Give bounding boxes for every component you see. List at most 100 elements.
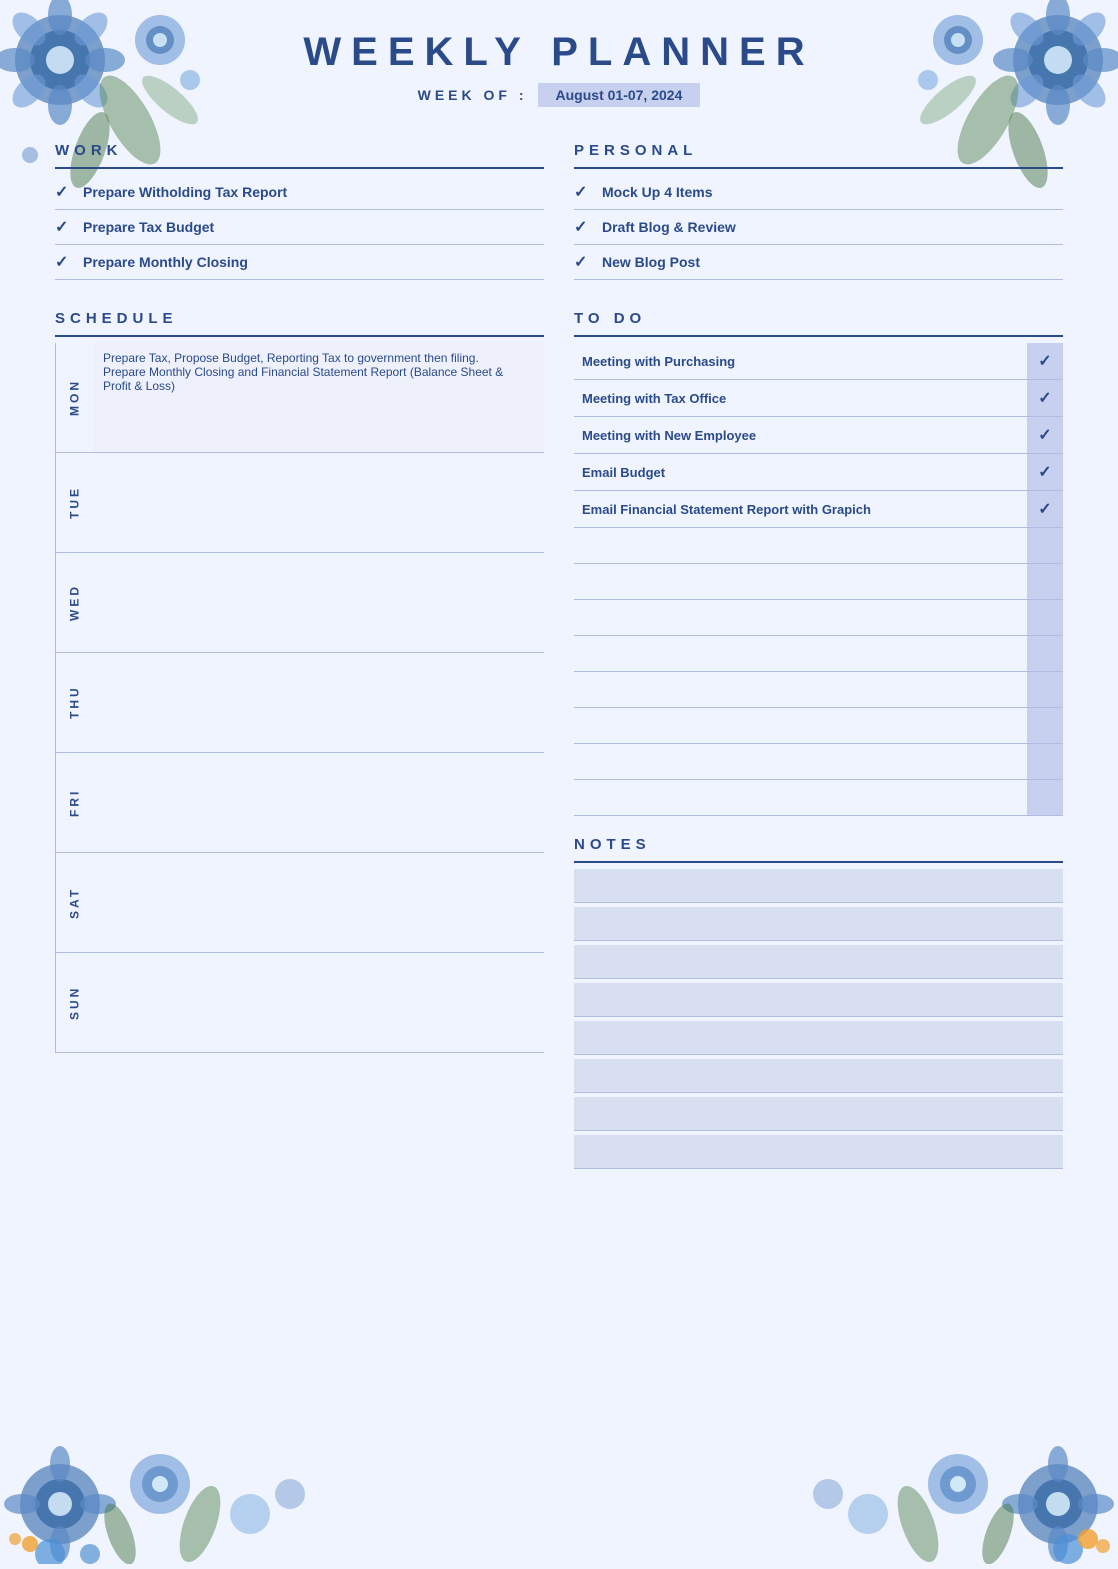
todo-label: Meeting with Purchasing bbox=[574, 348, 1027, 375]
week-of-label: WEEK OF : bbox=[418, 87, 528, 103]
schedule-content-wed[interactable] bbox=[93, 553, 544, 652]
check-icon: ✓ bbox=[574, 182, 592, 202]
schedule-row-fri[interactable]: FRI bbox=[55, 753, 544, 853]
schedule-row-sun[interactable]: SUN bbox=[55, 953, 544, 1053]
todo-empty-label bbox=[574, 708, 1027, 743]
day-label-sat: SAT bbox=[55, 853, 93, 952]
todo-item-1[interactable]: Meeting with Tax Office ✓ bbox=[574, 380, 1063, 417]
todo-empty-row[interactable] bbox=[574, 600, 1063, 636]
schedule-row-wed[interactable]: WED bbox=[55, 553, 544, 653]
todo-check-2[interactable]: ✓ bbox=[1027, 417, 1063, 453]
list-item[interactable]: ✓ Mock Up 4 Items bbox=[574, 175, 1063, 210]
todo-empty-check[interactable] bbox=[1027, 636, 1063, 671]
todo-empty-row[interactable] bbox=[574, 744, 1063, 780]
schedule-row-mon[interactable]: MON Prepare Tax, Propose Budget, Reporti… bbox=[55, 343, 544, 453]
todo-label: Meeting with Tax Office bbox=[574, 385, 1027, 412]
check-icon: ✓ bbox=[55, 217, 73, 237]
todo-check-1[interactable]: ✓ bbox=[1027, 380, 1063, 416]
todo-label: Email Budget bbox=[574, 459, 1027, 486]
todo-section-title: TO DO bbox=[574, 310, 1063, 327]
day-label-mon: MON bbox=[55, 343, 93, 452]
note-line[interactable] bbox=[574, 869, 1063, 903]
todo-empty-label bbox=[574, 744, 1027, 779]
day-label-wed: WED bbox=[55, 553, 93, 652]
schedule-row-sat[interactable]: SAT bbox=[55, 853, 544, 953]
schedule-content-tue[interactable] bbox=[93, 453, 544, 552]
schedule-row-tue[interactable]: TUE bbox=[55, 453, 544, 553]
task-label: New Blog Post bbox=[602, 254, 700, 270]
todo-empty-label bbox=[574, 564, 1027, 599]
schedule-row-thu[interactable]: THU bbox=[55, 653, 544, 753]
todo-section: TO DO Meeting with Purchasing ✓ Meeting … bbox=[574, 310, 1063, 816]
work-task-list: ✓ Prepare Witholding Tax Report ✓ Prepar… bbox=[55, 175, 544, 280]
list-item[interactable]: ✓ Draft Blog & Review bbox=[574, 210, 1063, 245]
todo-empty-check[interactable] bbox=[1027, 564, 1063, 599]
task-label: Draft Blog & Review bbox=[602, 219, 736, 235]
note-line[interactable] bbox=[574, 1097, 1063, 1131]
schedule-content-mon[interactable]: Prepare Tax, Propose Budget, Reporting T… bbox=[93, 343, 544, 452]
task-label: Mock Up 4 Items bbox=[602, 184, 712, 200]
schedule-content-sat[interactable] bbox=[93, 853, 544, 952]
todo-empty-check[interactable] bbox=[1027, 708, 1063, 743]
todo-empty-check[interactable] bbox=[1027, 744, 1063, 779]
note-line[interactable] bbox=[574, 1135, 1063, 1169]
day-label-tue: TUE bbox=[55, 453, 93, 552]
notes-lines bbox=[574, 869, 1063, 1169]
todo-empty-row[interactable] bbox=[574, 672, 1063, 708]
todo-item-3[interactable]: Email Budget ✓ bbox=[574, 454, 1063, 491]
todo-label: Meeting with New Employee bbox=[574, 422, 1027, 449]
todo-label: Email Financial Statement Report with Gr… bbox=[574, 496, 1027, 523]
todo-empty-label bbox=[574, 600, 1027, 635]
schedule-content-sun[interactable] bbox=[93, 953, 544, 1052]
personal-section-title: PERSONAL bbox=[574, 142, 1063, 159]
check-icon: ✓ bbox=[55, 182, 73, 202]
todo-item-0[interactable]: Meeting with Purchasing ✓ bbox=[574, 343, 1063, 380]
todo-empty-label bbox=[574, 672, 1027, 707]
todo-item-4[interactable]: Email Financial Statement Report with Gr… bbox=[574, 491, 1063, 528]
note-line[interactable] bbox=[574, 945, 1063, 979]
mon-schedule-text: Prepare Tax, Propose Budget, Reporting T… bbox=[103, 351, 503, 393]
todo-empty-check[interactable] bbox=[1027, 780, 1063, 815]
todo-empty-row[interactable] bbox=[574, 564, 1063, 600]
note-line[interactable] bbox=[574, 983, 1063, 1017]
week-date[interactable]: August 01-07, 2024 bbox=[538, 83, 701, 107]
personal-section: PERSONAL ✓ Mock Up 4 Items ✓ Draft Blog … bbox=[574, 142, 1063, 280]
list-item[interactable]: ✓ Prepare Monthly Closing bbox=[55, 245, 544, 280]
schedule-section-title: SCHEDULE bbox=[55, 310, 544, 327]
note-line[interactable] bbox=[574, 1021, 1063, 1055]
todo-empty-check[interactable] bbox=[1027, 672, 1063, 707]
list-item[interactable]: ✓ Prepare Witholding Tax Report bbox=[55, 175, 544, 210]
day-label-thu: THU bbox=[55, 653, 93, 752]
todo-empty-row[interactable] bbox=[574, 708, 1063, 744]
floral-bottom-left-decoration bbox=[0, 1384, 350, 1564]
todo-empty-row[interactable] bbox=[574, 636, 1063, 672]
todo-empty-check[interactable] bbox=[1027, 528, 1063, 563]
todo-empty-check[interactable] bbox=[1027, 600, 1063, 635]
schedule-content-fri[interactable] bbox=[93, 753, 544, 852]
check-icon: ✓ bbox=[574, 217, 592, 237]
todo-check-4[interactable]: ✓ bbox=[1027, 491, 1063, 527]
todo-check-3[interactable]: ✓ bbox=[1027, 454, 1063, 490]
list-item[interactable]: ✓ New Blog Post bbox=[574, 245, 1063, 280]
notes-section: NOTES bbox=[574, 836, 1063, 1169]
todo-check-0[interactable]: ✓ bbox=[1027, 343, 1063, 379]
todo-empty-row[interactable] bbox=[574, 528, 1063, 564]
page-header: WEEKLY PLANNER WEEK OF : August 01-07, 2… bbox=[55, 0, 1063, 117]
todo-empty-row[interactable] bbox=[574, 780, 1063, 816]
check-icon: ✓ bbox=[55, 252, 73, 272]
check-icon: ✓ bbox=[574, 252, 592, 272]
day-label-fri: FRI bbox=[55, 753, 93, 852]
task-label: Prepare Witholding Tax Report bbox=[83, 184, 287, 200]
todo-item-2[interactable]: Meeting with New Employee ✓ bbox=[574, 417, 1063, 454]
day-label-sun: SUN bbox=[55, 953, 93, 1052]
list-item[interactable]: ✓ Prepare Tax Budget bbox=[55, 210, 544, 245]
task-label: Prepare Tax Budget bbox=[83, 219, 214, 235]
todo-notes-section: TO DO Meeting with Purchasing ✓ Meeting … bbox=[574, 310, 1063, 1173]
page-title: WEEKLY PLANNER bbox=[55, 30, 1063, 75]
personal-task-list: ✓ Mock Up 4 Items ✓ Draft Blog & Review … bbox=[574, 175, 1063, 280]
note-line[interactable] bbox=[574, 1059, 1063, 1093]
note-line[interactable] bbox=[574, 907, 1063, 941]
schedule-content-thu[interactable] bbox=[93, 653, 544, 752]
work-section: WORK ✓ Prepare Witholding Tax Report ✓ P… bbox=[55, 142, 544, 280]
todo-empty-label bbox=[574, 780, 1027, 815]
